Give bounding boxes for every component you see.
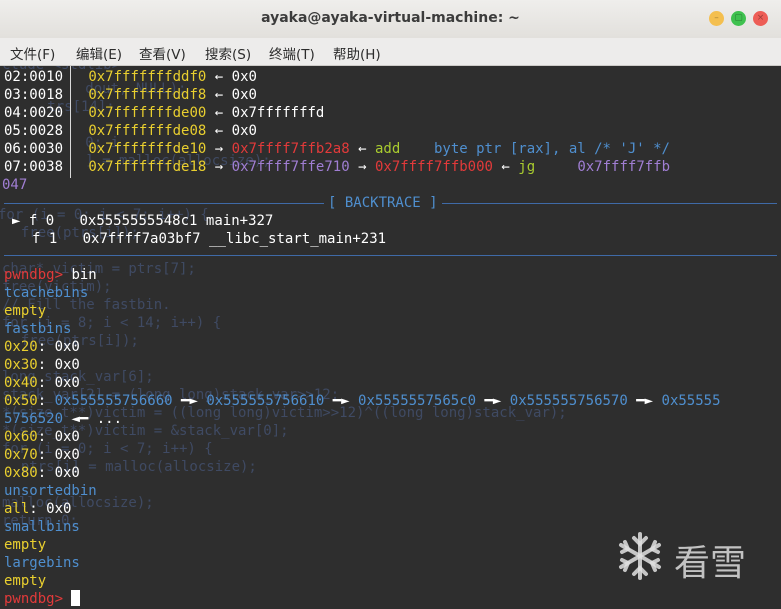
maximize-icon: ▢ [734, 13, 743, 23]
command: bin [71, 267, 97, 283]
stack-line: 03:0018 0x7fffffffddf8 ← 0x0 [4, 87, 257, 103]
menu-bar: 文件(F) 编辑(E) 查看(V) 搜索(S) 终端(T) 帮助(H) [0, 38, 781, 66]
stack-line: 05:0028 0x7fffffffde08 ← 0x0 [4, 123, 257, 139]
fastbin-row-continuation: 5756520 ◄━ ... [4, 411, 123, 427]
unsortedbin-label: unsortedbin [4, 483, 97, 499]
command-line: pwndbg> bin [4, 266, 97, 284]
menu-edit[interactable]: 编辑(E) [76, 43, 122, 63]
fastbin-row: 0x50: 0x555555756660 ━► 0x555555756610 ━… [4, 393, 721, 409]
fastbin-row: 0x30: 0x0 [4, 357, 80, 373]
watermark-text: 看雪 [674, 543, 747, 584]
menu-terminal[interactable]: 终端(T) [269, 43, 315, 63]
menu-search[interactable]: 搜索(S) [205, 43, 251, 63]
backtrace-label: [ BACKTRACE ] [324, 194, 442, 212]
backtrace-frame: f 1 0x7ffff7a03bf7 __libc_start_main+231 [32, 231, 387, 247]
fastbin-row: 0x60: 0x0 [4, 429, 80, 445]
stack-line: 04:0020 0x7fffffffde00 ← 0x7fffffffd [4, 105, 325, 121]
tcache-label: tcachebins [4, 285, 89, 301]
prompt-line[interactable]: pwndbg> [4, 590, 81, 608]
terminal-window: ayaka@ayaka-virtual-machine: ~ – ▢ × 文件(… [0, 0, 781, 609]
largebins-value: empty [4, 573, 47, 589]
fastbin-row: 0x70: 0x0 [4, 447, 80, 463]
stack-line: 07:0038 0x7fffffffde18 → 0x7ffff7ffe710 … [4, 159, 671, 175]
section-separator [4, 255, 777, 256]
menu-help[interactable]: 帮助(H) [333, 43, 381, 63]
title-bar[interactable]: ayaka@ayaka-virtual-machine: ~ – ▢ × [0, 0, 781, 39]
snowflake-icon [619, 532, 661, 580]
prompt: pwndbg> [4, 591, 64, 607]
text-cursor [71, 590, 81, 606]
window-title: ayaka@ayaka-virtual-machine: ~ [261, 10, 520, 26]
tcache-value: empty [4, 303, 47, 319]
fastbin-row: 0x40: 0x0 [4, 375, 80, 391]
menu-view[interactable]: 查看(V) [139, 43, 186, 63]
stack-line: 02:0010 0x7fffffffddf0 ← 0x0 [4, 69, 257, 85]
stack-line-continuation: 047 [2, 177, 28, 193]
smallbins-label: smallbins [4, 519, 80, 535]
prompt: pwndbg> [4, 267, 64, 283]
current-frame-marker: ► [12, 213, 21, 229]
stack-line: 06:0030 0x7fffffffde10 → 0x7ffff7ffb2a8 … [4, 141, 670, 157]
smallbins-value: empty [4, 537, 47, 553]
maximize-button[interactable]: ▢ [731, 11, 746, 26]
unsortedbin-row: all: 0x0 [4, 501, 72, 517]
backtrace-frame: ► f 0 0x5555555548c1 main+327 [12, 213, 274, 229]
menu-file[interactable]: 文件(F) [10, 43, 55, 63]
fastbin-row: 0x20: 0x0 [4, 339, 80, 355]
fastbins-label: fastbins [4, 321, 72, 337]
largebins-label: largebins [4, 555, 80, 571]
minimize-button[interactable]: – [709, 11, 724, 26]
watermark-logo: 看雪 [612, 528, 772, 588]
fastbin-row: 0x80: 0x0 [4, 465, 80, 481]
minimize-icon: – [714, 13, 719, 23]
close-button[interactable]: × [753, 11, 768, 26]
close-icon: × [756, 13, 765, 23]
